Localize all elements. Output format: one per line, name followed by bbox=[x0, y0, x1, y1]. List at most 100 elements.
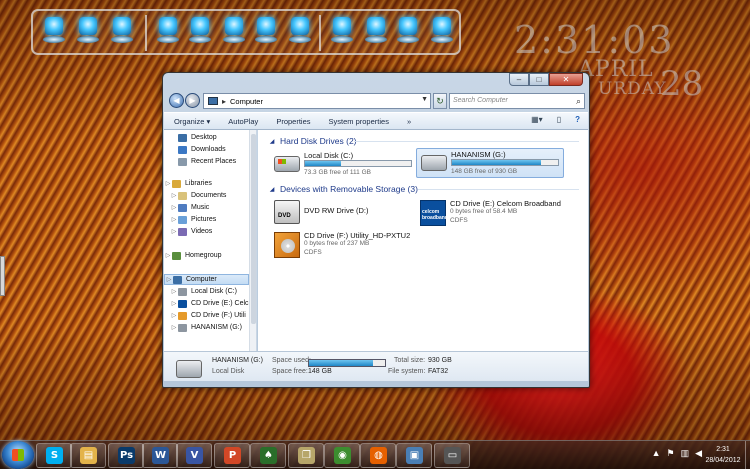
search-input[interactable]: Search Computer ⌕ bbox=[449, 93, 585, 109]
collapse-icon[interactable]: ◢ bbox=[268, 138, 276, 145]
collapse-icon[interactable]: ◢ bbox=[268, 186, 276, 193]
dock-pedestal bbox=[431, 36, 453, 43]
taskbar-photoshop-button[interactable]: Ps bbox=[108, 443, 144, 468]
nav-item-homegroup[interactable]: ▷ Homegroup bbox=[164, 250, 222, 261]
explorer-icon[interactable] bbox=[43, 17, 65, 43]
address-dropdown-icon[interactable]: ▼ bbox=[421, 96, 428, 103]
taskbar-firefox-button[interactable]: ◍ bbox=[360, 443, 396, 468]
folder-icon[interactable] bbox=[189, 17, 211, 43]
maximize-button[interactable]: □ bbox=[529, 73, 549, 86]
map-icon[interactable] bbox=[365, 17, 387, 43]
taskbar-folder-pane-button[interactable]: ❒ bbox=[288, 443, 324, 468]
music-icon[interactable] bbox=[255, 17, 277, 43]
tray-clock[interactable]: 2:31 28/04/2012 bbox=[702, 444, 744, 466]
downloads-icon bbox=[178, 145, 187, 154]
nav-item-local-disk-c[interactable]: ▷ Local Disk (C:) bbox=[170, 286, 237, 297]
ie-icon[interactable] bbox=[111, 17, 133, 43]
nav-item-cd-drive-f-utili[interactable]: ▷ CD Drive (F:) Utili bbox=[170, 310, 246, 321]
taskbar-explorer-button[interactable]: ▤ bbox=[70, 443, 106, 468]
autoplay-button[interactable]: AutoPlay bbox=[228, 117, 258, 126]
expand-icon[interactable]: ▷ bbox=[170, 228, 178, 235]
nav-scroll-thumb[interactable] bbox=[251, 134, 256, 324]
expand-icon[interactable]: ▷ bbox=[170, 216, 178, 223]
file-system-value: FAT32 bbox=[428, 368, 449, 375]
media-icon[interactable] bbox=[223, 17, 245, 43]
expand-icon[interactable]: ▷ bbox=[170, 288, 178, 295]
expand-icon[interactable]: ▷ bbox=[165, 276, 173, 283]
expand-icon[interactable]: ▷ bbox=[164, 180, 172, 187]
forward-button[interactable]: ▶ bbox=[185, 93, 200, 108]
start-button[interactable] bbox=[2, 441, 34, 469]
taskbar-media-center-button[interactable]: ◉ bbox=[324, 443, 360, 468]
taskbar-solitaire-button[interactable]: ♠ bbox=[250, 443, 286, 468]
taskbar-word-button[interactable]: W bbox=[142, 443, 178, 468]
expand-icon[interactable]: ▷ bbox=[170, 300, 178, 307]
drive-c[interactable]: Local Disk (C:) 73.3 GB free of 111 GB bbox=[270, 150, 416, 178]
breadcrumb-computer[interactable]: Computer bbox=[230, 97, 263, 106]
nav-item-desktop[interactable]: Desktop bbox=[170, 132, 217, 143]
show-hidden-icons-icon[interactable]: ▲ bbox=[652, 448, 661, 459]
space-used-label: Space used: bbox=[272, 357, 311, 364]
show-desktop-button[interactable] bbox=[745, 441, 750, 469]
nav-item-computer[interactable]: ▷ Computer bbox=[164, 274, 249, 285]
file-system-label: File system: bbox=[388, 368, 426, 375]
back-button[interactable]: ◀ bbox=[169, 93, 184, 108]
expand-icon[interactable]: ▷ bbox=[170, 312, 178, 319]
organize-button[interactable]: Organize ▾ bbox=[174, 117, 210, 126]
nav-item-libraries[interactable]: ▷ Libraries bbox=[164, 178, 212, 189]
cd-drive-f-utili-icon bbox=[178, 311, 187, 320]
nav-scrollbar[interactable] bbox=[249, 130, 256, 351]
expand-icon[interactable]: ▷ bbox=[170, 192, 178, 199]
minimize-button[interactable]: – bbox=[509, 73, 529, 86]
drive-c-usage-bar bbox=[304, 160, 412, 167]
drive-icon[interactable] bbox=[397, 17, 419, 43]
expand-icon[interactable]: ▷ bbox=[170, 204, 178, 211]
nav-item-videos[interactable]: ▷ Videos bbox=[170, 226, 212, 237]
nav-item-pictures[interactable]: ▷ Pictures bbox=[170, 214, 216, 225]
hdd-group-header[interactable]: ◢ Hard Disk Drives (2) bbox=[268, 136, 357, 146]
documents-icon[interactable] bbox=[157, 17, 179, 43]
taskbar-device-button[interactable]: ▭ bbox=[434, 443, 470, 468]
nav-item-cd-drive-e-celc[interactable]: ▷ CD Drive (E:) Celc bbox=[170, 298, 249, 309]
action-center-icon[interactable]: ⚑ bbox=[666, 448, 674, 459]
help-icon[interactable]: ? bbox=[575, 115, 580, 124]
network-icon[interactable]: ▥ bbox=[681, 448, 690, 459]
drive-g[interactable]: HANANISM (G:) 148 GB free of 930 GB bbox=[416, 148, 564, 178]
drive-f-fs: CDFS bbox=[304, 249, 322, 256]
nav-item-music[interactable]: ▷ Music bbox=[170, 202, 209, 213]
drive-f[interactable]: CD Drive (F:) Utility_HD-PXTU2 0 bytes f… bbox=[270, 230, 430, 262]
drive-e[interactable]: celcom broadband CD Drive (E:) Celcom Br… bbox=[416, 198, 582, 230]
expand-icon[interactable]: ▷ bbox=[170, 324, 178, 331]
more-commands-button[interactable]: » bbox=[407, 117, 411, 126]
nav-item-label: Documents bbox=[191, 192, 227, 199]
nav-item-hananism-g[interactable]: ▷ HANANISM (G:) bbox=[170, 322, 242, 333]
taskbar-network-button[interactable]: ▣ bbox=[396, 443, 432, 468]
solitaire-icon: ♠ bbox=[260, 447, 277, 464]
taskbar-skype-button[interactable]: S bbox=[36, 443, 72, 468]
properties-button[interactable]: Properties bbox=[276, 117, 310, 126]
search-icon[interactable]: ⌕ bbox=[576, 94, 581, 108]
nav-item-downloads[interactable]: Downloads bbox=[170, 144, 226, 155]
taskbar-powerpoint-button[interactable]: P bbox=[214, 443, 250, 468]
mail-icon[interactable] bbox=[289, 17, 311, 43]
change-view-icon[interactable]: ▦▾ bbox=[531, 115, 543, 124]
nav-item-documents[interactable]: ▷ Documents bbox=[170, 190, 226, 201]
system-properties-button[interactable]: System properties bbox=[329, 117, 389, 126]
network-icon[interactable] bbox=[431, 17, 453, 43]
recycle-bin-icon[interactable] bbox=[77, 17, 99, 43]
volume-icon[interactable]: ◀ bbox=[695, 448, 702, 459]
removable-group-header[interactable]: ◢ Devices with Removable Storage (3) bbox=[268, 184, 418, 194]
preview-pane-icon[interactable]: ▯ bbox=[557, 115, 561, 124]
dvd-drive-icon bbox=[274, 200, 300, 224]
sidebar-handle[interactable] bbox=[0, 256, 5, 296]
nav-item-recent-places[interactable]: Recent Places bbox=[170, 156, 236, 167]
taskbar-visio-button[interactable]: V bbox=[176, 443, 212, 468]
feather-icon[interactable] bbox=[331, 17, 353, 43]
expand-icon[interactable]: ▷ bbox=[164, 252, 172, 259]
local-disk-icon bbox=[274, 156, 300, 172]
address-bar[interactable]: ▸ Computer ▼ bbox=[203, 93, 431, 109]
refresh-button[interactable]: ↻ bbox=[433, 93, 447, 109]
drive-d[interactable]: DVD RW Drive (D:) bbox=[270, 198, 410, 226]
group-divider bbox=[354, 141, 579, 142]
close-button[interactable]: ✕ bbox=[549, 73, 583, 86]
